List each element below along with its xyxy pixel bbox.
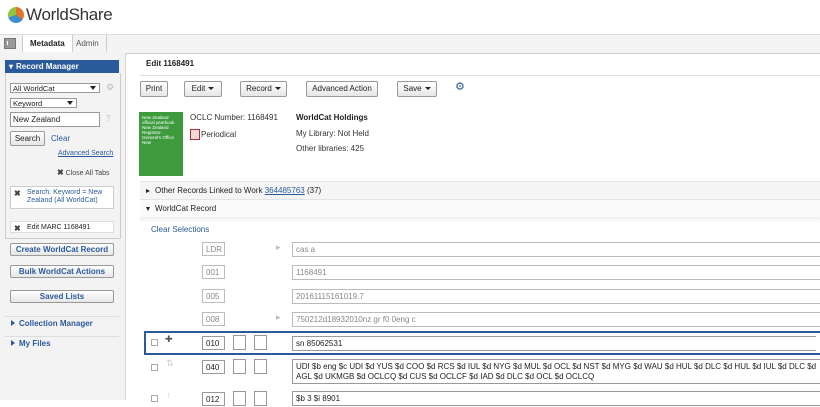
marc-field-value[interactable]: 1168491 — [292, 265, 820, 280]
marc-tag[interactable]: 008 — [202, 312, 225, 326]
move-up-icon[interactable]: ⇅ — [166, 358, 174, 369]
marc-tag[interactable]: 010 — [202, 336, 225, 350]
edit-menu-button[interactable]: Edit — [184, 81, 222, 97]
save-menu-label: Save — [403, 84, 422, 93]
marc-tag[interactable]: 001 — [202, 265, 225, 279]
move-up-icon[interactable]: ↑ — [166, 390, 171, 400]
expand-arrow-icon[interactable]: ▸ — [276, 242, 281, 253]
expand-arrow-icon[interactable]: ▸ — [276, 312, 281, 323]
gear-icon[interactable]: ⚙ — [106, 82, 114, 93]
marc-field-value[interactable]: 750212d18932010nz gr f0 0eng c — [292, 312, 820, 327]
help-icon[interactable]: ? — [106, 114, 110, 123]
chevron-right-icon — [146, 189, 150, 193]
index-select[interactable]: Keyword — [10, 98, 77, 108]
sidebar-item-collection-manager[interactable]: Collection Manager — [5, 316, 119, 331]
periodical-icon — [190, 129, 200, 140]
app-title: WorldShare — [26, 5, 113, 24]
sidebar-item-label: Collection Manager — [19, 319, 93, 328]
clear-link[interactable]: Clear — [51, 134, 70, 143]
clear-selections-link[interactable]: Clear Selections — [151, 225, 209, 234]
row-select-checkbox[interactable] — [151, 395, 158, 402]
sidebar-item-my-files[interactable]: My Files — [5, 336, 119, 351]
bulk-worldcat-actions-button[interactable]: Bulk WorldCat Actions — [10, 265, 114, 278]
marc-tag[interactable]: LDR — [202, 242, 225, 256]
edit-menu-label: Edit — [191, 84, 206, 93]
indicator-1[interactable] — [233, 335, 246, 350]
work-id-link[interactable]: 364485763 — [265, 186, 305, 195]
marc-tag[interactable]: 012 — [202, 392, 225, 406]
chevron-down-icon — [67, 101, 73, 105]
insert-row-icon[interactable]: ✚ — [165, 334, 173, 345]
close-all-tabs-label: Close All Tabs — [65, 170, 110, 177]
record-menu-label: Record — [246, 84, 272, 93]
chevron-down-icon — [90, 86, 96, 90]
holdings-title: WorldCat Holdings — [296, 113, 368, 122]
section-shadow — [140, 217, 820, 223]
close-icon: ✖ — [57, 168, 64, 177]
chevron-down-icon — [274, 87, 281, 91]
tab-metadata[interactable]: Metadata — [22, 35, 73, 52]
row-select-checkbox[interactable] — [151, 339, 158, 346]
marc-field-value[interactable]: UDI $b eng $c UDI $d YUS $d COO $d RCS $… — [292, 359, 820, 384]
linked-records-label: Other Records Linked to Work — [155, 186, 263, 195]
search-chip-label: Search: Keyword = New Zealand (All World… — [27, 189, 103, 204]
app-header — [0, 0, 820, 34]
worldshare-logo-icon — [8, 7, 24, 23]
other-libraries-count: Other libraries: 425 — [296, 144, 365, 153]
index-select-value: Keyword — [13, 99, 43, 108]
linked-records-count: (37) — [306, 186, 322, 195]
search-chip[interactable]: ✖ Search: Keyword = New Zealand (All Worl… — [10, 186, 114, 209]
indicator-1[interactable] — [233, 391, 246, 406]
indicator-2[interactable] — [254, 391, 267, 406]
marc-field-value[interactable]: 20161115161019.7 — [292, 289, 820, 304]
close-icon[interactable]: ✖ — [14, 223, 21, 234]
indicator-2[interactable] — [254, 335, 267, 350]
my-library-status: My Library: Not Held — [296, 129, 369, 138]
indicator-2[interactable] — [254, 359, 267, 374]
close-all-tabs-button[interactable]: ✖ Close All Tabs — [57, 168, 110, 177]
chevron-down-icon — [208, 87, 215, 91]
save-menu-button[interactable]: Save — [397, 81, 437, 97]
format-label: Periodical — [201, 130, 237, 139]
saved-lists-button[interactable]: Saved Lists — [10, 290, 114, 303]
search-input[interactable]: New Zealand — [10, 112, 100, 127]
chevron-down-icon — [424, 87, 431, 91]
sidebar-item-label: My Files — [19, 339, 51, 348]
record-manager-title: Record Manager — [16, 62, 79, 71]
collapse-sidebar-icon[interactable] — [4, 38, 16, 49]
print-button[interactable]: Print — [140, 81, 168, 97]
record-manager-header[interactable]: ▾ Record Manager — [5, 60, 119, 73]
record-menu-button[interactable]: Record — [240, 81, 287, 97]
page-title: Edit 1168491 — [146, 59, 195, 68]
indicator-1[interactable] — [233, 359, 246, 374]
scope-select-value: All WorldCat — [13, 84, 55, 93]
advanced-search-link[interactable]: Advanced Search — [58, 150, 113, 157]
marc-field-value[interactable]: sn 85062531 — [292, 336, 816, 351]
oclc-number: OCLC Number: 1168491 — [190, 113, 278, 122]
worldcat-record-label: WorldCat Record — [155, 204, 217, 213]
chevron-right-icon — [11, 340, 15, 346]
cover-image: New Zealand official yearbook New Zealan… — [139, 112, 183, 176]
edit-chip-label: Edit MARC 1168491 — [27, 224, 91, 231]
marc-field-value[interactable]: $b 3 $i 8901 — [292, 391, 820, 406]
scope-select[interactable]: All WorldCat — [10, 83, 100, 93]
gear-icon[interactable]: ⚙ — [455, 80, 465, 93]
marc-field-value[interactable]: cas a — [292, 242, 820, 257]
close-icon[interactable]: ✖ — [14, 190, 21, 198]
chevron-down-icon: ▾ — [9, 62, 14, 71]
row-select-checkbox[interactable] — [151, 364, 158, 371]
create-worldcat-record-button[interactable]: Create WorldCat Record — [10, 243, 114, 256]
tab-admin[interactable]: Admin — [69, 35, 107, 52]
chevron-right-icon — [11, 320, 15, 326]
tab-bar — [0, 34, 820, 54]
search-button[interactable]: Search — [10, 131, 45, 146]
advanced-action-button[interactable]: Advanced Action — [306, 81, 378, 97]
edit-chip[interactable]: ✖ Edit MARC 1168491 — [10, 221, 114, 233]
marc-tag[interactable]: 040 — [202, 360, 225, 374]
chevron-down-icon — [146, 207, 150, 211]
worldcat-record-section[interactable]: WorldCat Record — [140, 199, 820, 217]
linked-records-section[interactable]: Other Records Linked to Work 364485763 (… — [140, 181, 820, 199]
marc-tag[interactable]: 005 — [202, 289, 225, 303]
title-divider — [140, 75, 820, 76]
